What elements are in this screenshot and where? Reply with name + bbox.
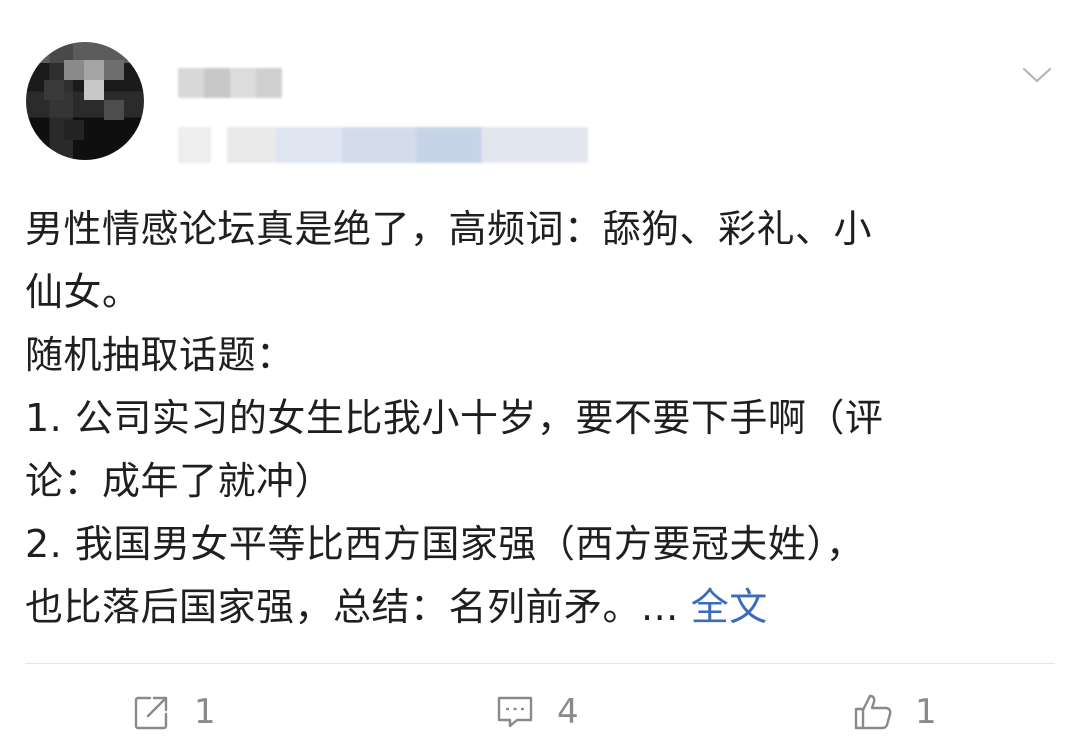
- repost-button[interactable]: 1: [130, 688, 216, 736]
- post-meta-blurred: [178, 127, 588, 163]
- divider: [25, 663, 1055, 664]
- repost-icon: [134, 696, 168, 730]
- repost-count: 1: [194, 692, 216, 732]
- comment-count: 4: [557, 692, 579, 732]
- content-line: 论：成年了就冲）: [25, 459, 334, 503]
- content-line: 2. 我国男女平等比西方国家强（西方要冠夫姓），: [25, 522, 865, 566]
- weibo-post: 男性情感论坛真是绝了，高频词：舔狗、彩礼、小 仙女。 随机抽取话题： 1. 公司…: [0, 0, 1080, 750]
- content-line-last: 也比落后国家强，总结：名列前矛。... 全文: [25, 576, 1025, 639]
- full-text-link[interactable]: 全文: [691, 585, 768, 629]
- thumbs-up-icon: [854, 694, 892, 730]
- username-blurred[interactable]: [178, 68, 282, 98]
- content-line: 男性情感论坛真是绝了，高频词：舔狗、彩礼、小: [25, 207, 873, 251]
- comment-icon: [497, 696, 533, 728]
- content-line: 仙女。: [25, 270, 141, 314]
- content-line: 1. 公司实习的女生比我小十岁，要不要下手啊（评: [25, 396, 884, 440]
- chevron-down-icon[interactable]: [1020, 58, 1054, 92]
- post-content: 男性情感论坛真是绝了，高频词：舔狗、彩礼、小 仙女。 随机抽取话题： 1. 公司…: [25, 198, 1025, 639]
- avatar[interactable]: [26, 42, 144, 160]
- content-line: 随机抽取话题：: [25, 333, 295, 377]
- like-button[interactable]: 1: [851, 688, 937, 736]
- like-count: 1: [915, 692, 937, 732]
- comment-button[interactable]: 4: [493, 688, 579, 736]
- content-line: 也比落后国家强，总结：名列前矛。...: [25, 585, 679, 629]
